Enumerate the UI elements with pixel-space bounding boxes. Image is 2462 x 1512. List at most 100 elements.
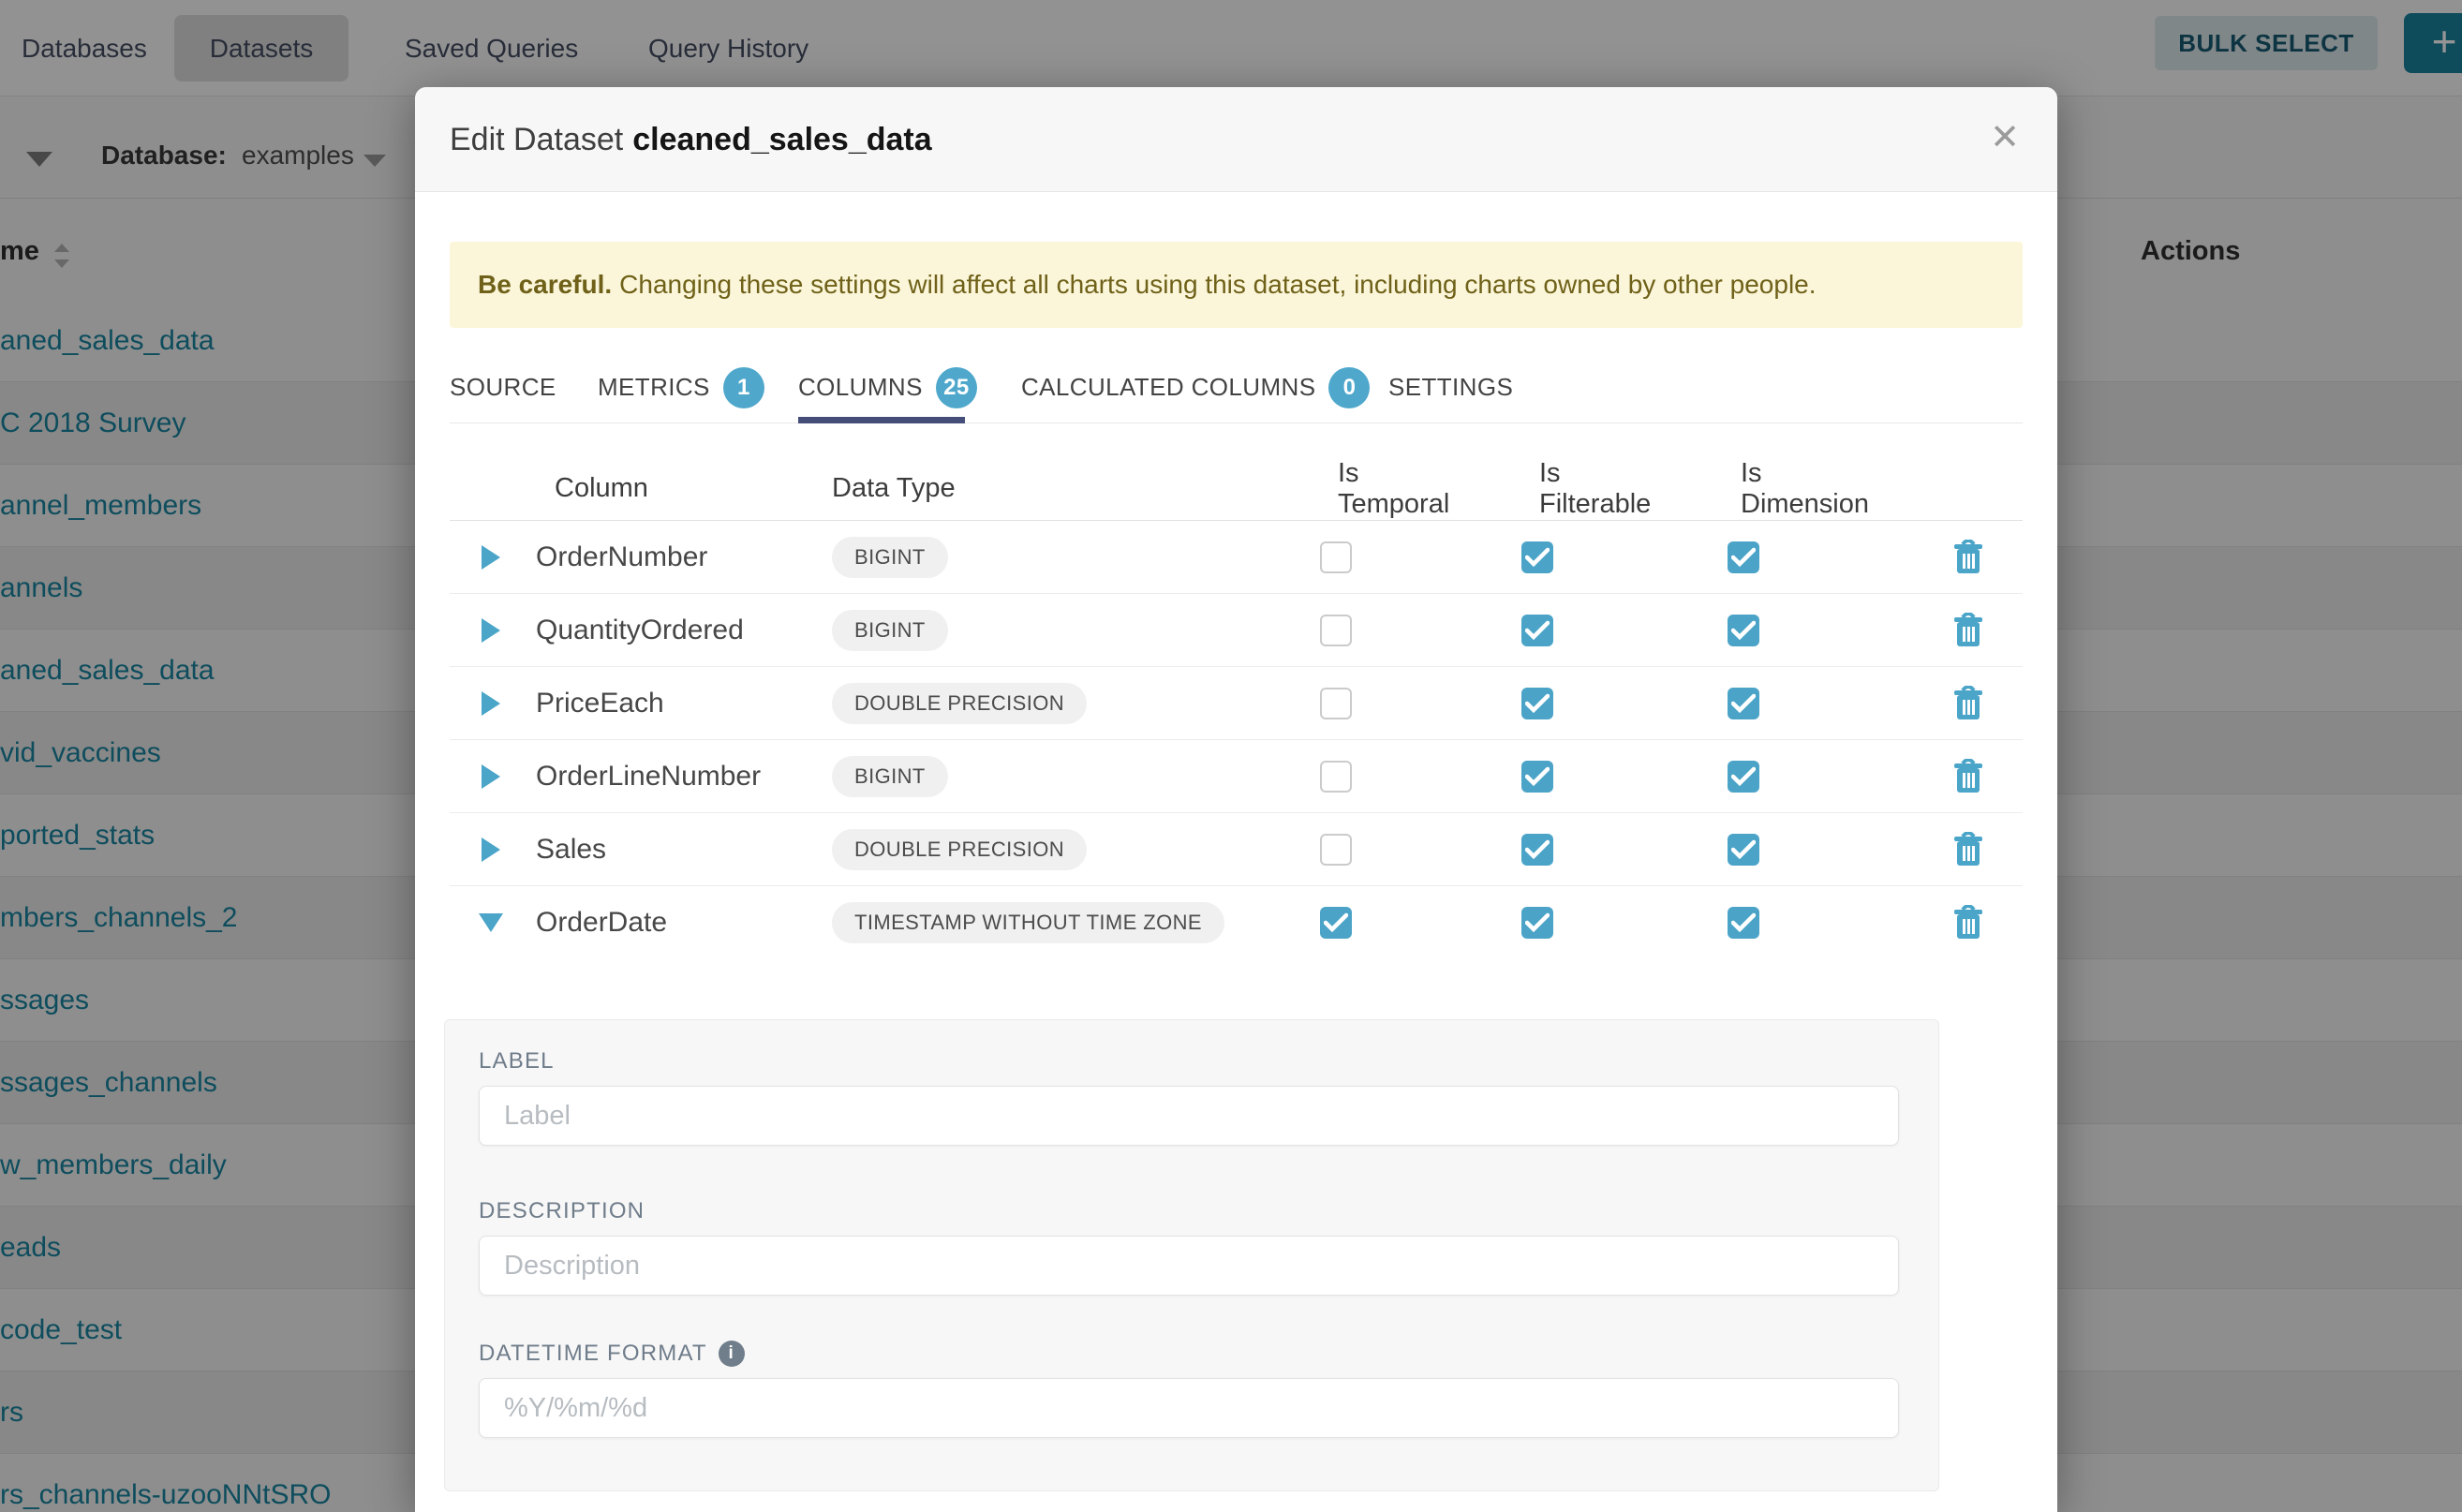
description-input[interactable]	[479, 1236, 1899, 1296]
is-filterable-cell	[1436, 541, 1638, 573]
delete-icon[interactable]	[1953, 905, 1983, 941]
column-type-cell: TIMESTAMP WITHOUT TIME ZONE	[813, 902, 1235, 943]
row-action-cell	[1848, 905, 2023, 941]
datetime-format-input[interactable]	[479, 1378, 1899, 1438]
label-field-label-text: LABEL	[479, 1048, 555, 1075]
expand-caret-icon[interactable]	[450, 764, 532, 789]
column-row: OrderNumber BIGINT	[450, 521, 2023, 594]
expand-caret-icon[interactable]	[450, 691, 532, 716]
delete-icon[interactable]	[1953, 540, 1983, 575]
delete-icon[interactable]	[1953, 613, 1983, 648]
tab-columns[interactable]: COLUMNS 25	[798, 352, 977, 422]
expand-caret-icon[interactable]	[450, 913, 532, 932]
is-filterable-cell	[1436, 688, 1638, 719]
column-name: PriceEach	[532, 688, 813, 719]
is-dimension-cell	[1638, 907, 1848, 939]
tab-settings-label: SETTINGS	[1388, 373, 1513, 402]
column-detail-panel: LABEL DESCRIPTION DATETIME FORMATi	[444, 1019, 1939, 1491]
tab-source[interactable]: SOURCE	[450, 352, 556, 422]
metrics-count-badge: 1	[723, 367, 764, 408]
tab-source-label: SOURCE	[450, 373, 556, 402]
column-name: Sales	[532, 834, 813, 866]
label-input[interactable]	[479, 1086, 1899, 1146]
is-temporal-cell	[1235, 688, 1436, 719]
expand-caret-icon[interactable]	[450, 545, 532, 570]
is-filterable-cell	[1436, 615, 1638, 646]
column-row: PriceEach DOUBLE PRECISION	[450, 667, 2023, 740]
is-temporal-checkbox[interactable]	[1320, 541, 1352, 573]
edit-dataset-modal: Edit Dataset cleaned_sales_data ✕ Be care…	[415, 87, 2057, 1512]
tab-calculated-columns[interactable]: CALCULATED COLUMNS 0	[1021, 352, 1370, 422]
delete-icon[interactable]	[1953, 686, 1983, 721]
row-action-cell	[1848, 686, 2023, 721]
is-filterable-checkbox[interactable]	[1521, 907, 1553, 939]
tab-calculated-columns-label: CALCULATED COLUMNS	[1021, 373, 1315, 402]
data-type-pill: TIMESTAMP WITHOUT TIME ZONE	[832, 902, 1224, 943]
is-filterable-checkbox[interactable]	[1521, 688, 1553, 719]
is-temporal-checkbox[interactable]	[1320, 834, 1352, 866]
row-action-cell	[1848, 759, 2023, 794]
columns-count-badge: 25	[936, 367, 977, 408]
delete-icon[interactable]	[1953, 759, 1983, 794]
is-temporal-checkbox[interactable]	[1320, 907, 1352, 939]
column-row: Sales DOUBLE PRECISION	[450, 813, 2023, 886]
column-row: QuantityOrdered BIGINT	[450, 594, 2023, 667]
modal-tabs: SOURCE METRICS 1 COLUMNS 25 CALCULATED COL…	[450, 352, 2023, 423]
is-dimension-cell	[1638, 834, 1848, 866]
is-dimension-checkbox[interactable]	[1728, 541, 1759, 573]
header-is-dimension: Is Dimension	[1638, 458, 1848, 520]
header-column: Column	[532, 473, 813, 504]
column-name: OrderDate	[532, 907, 813, 939]
row-action-cell	[1848, 540, 2023, 575]
is-dimension-cell	[1638, 761, 1848, 793]
is-filterable-cell	[1436, 761, 1638, 793]
is-temporal-checkbox[interactable]	[1320, 615, 1352, 646]
info-icon[interactable]: i	[719, 1341, 745, 1367]
tab-metrics-label: METRICS	[598, 373, 710, 402]
is-dimension-checkbox[interactable]	[1728, 688, 1759, 719]
calculated-columns-count-badge: 0	[1328, 367, 1370, 408]
tab-settings[interactable]: SETTINGS	[1388, 352, 1513, 422]
is-temporal-checkbox[interactable]	[1320, 761, 1352, 793]
is-filterable-checkbox[interactable]	[1521, 615, 1553, 646]
is-dimension-checkbox[interactable]	[1728, 615, 1759, 646]
delete-icon[interactable]	[1953, 832, 1983, 867]
data-type-pill: BIGINT	[832, 537, 948, 578]
is-filterable-checkbox[interactable]	[1521, 541, 1553, 573]
tab-metrics[interactable]: METRICS 1	[598, 352, 764, 422]
is-filterable-checkbox[interactable]	[1521, 834, 1553, 866]
is-filterable-cell	[1436, 834, 1638, 866]
tab-columns-label: COLUMNS	[798, 373, 923, 402]
is-dimension-checkbox[interactable]	[1728, 907, 1759, 939]
modal-header: Edit Dataset cleaned_sales_data ✕	[415, 87, 2057, 192]
row-action-cell	[1848, 832, 2023, 867]
is-dimension-cell	[1638, 688, 1848, 719]
expand-caret-icon[interactable]	[450, 618, 532, 643]
columns-table-header: Column Data Type Is Temporal Is Filterab…	[450, 457, 2023, 521]
warning-text: Changing these settings will affect all …	[619, 270, 1816, 299]
modal-title-prefix: Edit Dataset	[450, 122, 623, 157]
is-temporal-checkbox[interactable]	[1320, 688, 1352, 719]
is-dimension-checkbox[interactable]	[1728, 834, 1759, 866]
is-filterable-checkbox[interactable]	[1521, 761, 1553, 793]
is-dimension-checkbox[interactable]	[1728, 761, 1759, 793]
column-row: OrderLineNumber BIGINT	[450, 740, 2023, 813]
warning-banner: Be careful.Changing these settings will …	[450, 242, 2023, 328]
column-type-cell: DOUBLE PRECISION	[813, 829, 1235, 870]
modal-dataset-name: cleaned_sales_data	[632, 122, 931, 157]
close-icon[interactable]: ✕	[1980, 87, 2029, 192]
screen: Databases Datasets Saved Queries Query H…	[0, 0, 2462, 1512]
columns-table-rows: OrderNumber BIGINT QuantityOrdered BIGIN…	[450, 521, 2023, 959]
is-dimension-cell	[1638, 615, 1848, 646]
is-temporal-cell	[1235, 907, 1436, 939]
column-name: QuantityOrdered	[532, 615, 813, 646]
active-tab-indicator	[798, 417, 965, 423]
header-data-type: Data Type	[813, 473, 1235, 504]
column-name: OrderNumber	[532, 541, 813, 573]
column-row: OrderDate TIMESTAMP WITHOUT TIME ZONE	[450, 886, 2023, 959]
header-is-temporal: Is Temporal	[1235, 458, 1436, 520]
warning-bold: Be careful.	[478, 270, 612, 299]
description-field-label-text: DESCRIPTION	[479, 1198, 645, 1224]
is-dimension-cell	[1638, 541, 1848, 573]
expand-caret-icon[interactable]	[450, 838, 532, 862]
